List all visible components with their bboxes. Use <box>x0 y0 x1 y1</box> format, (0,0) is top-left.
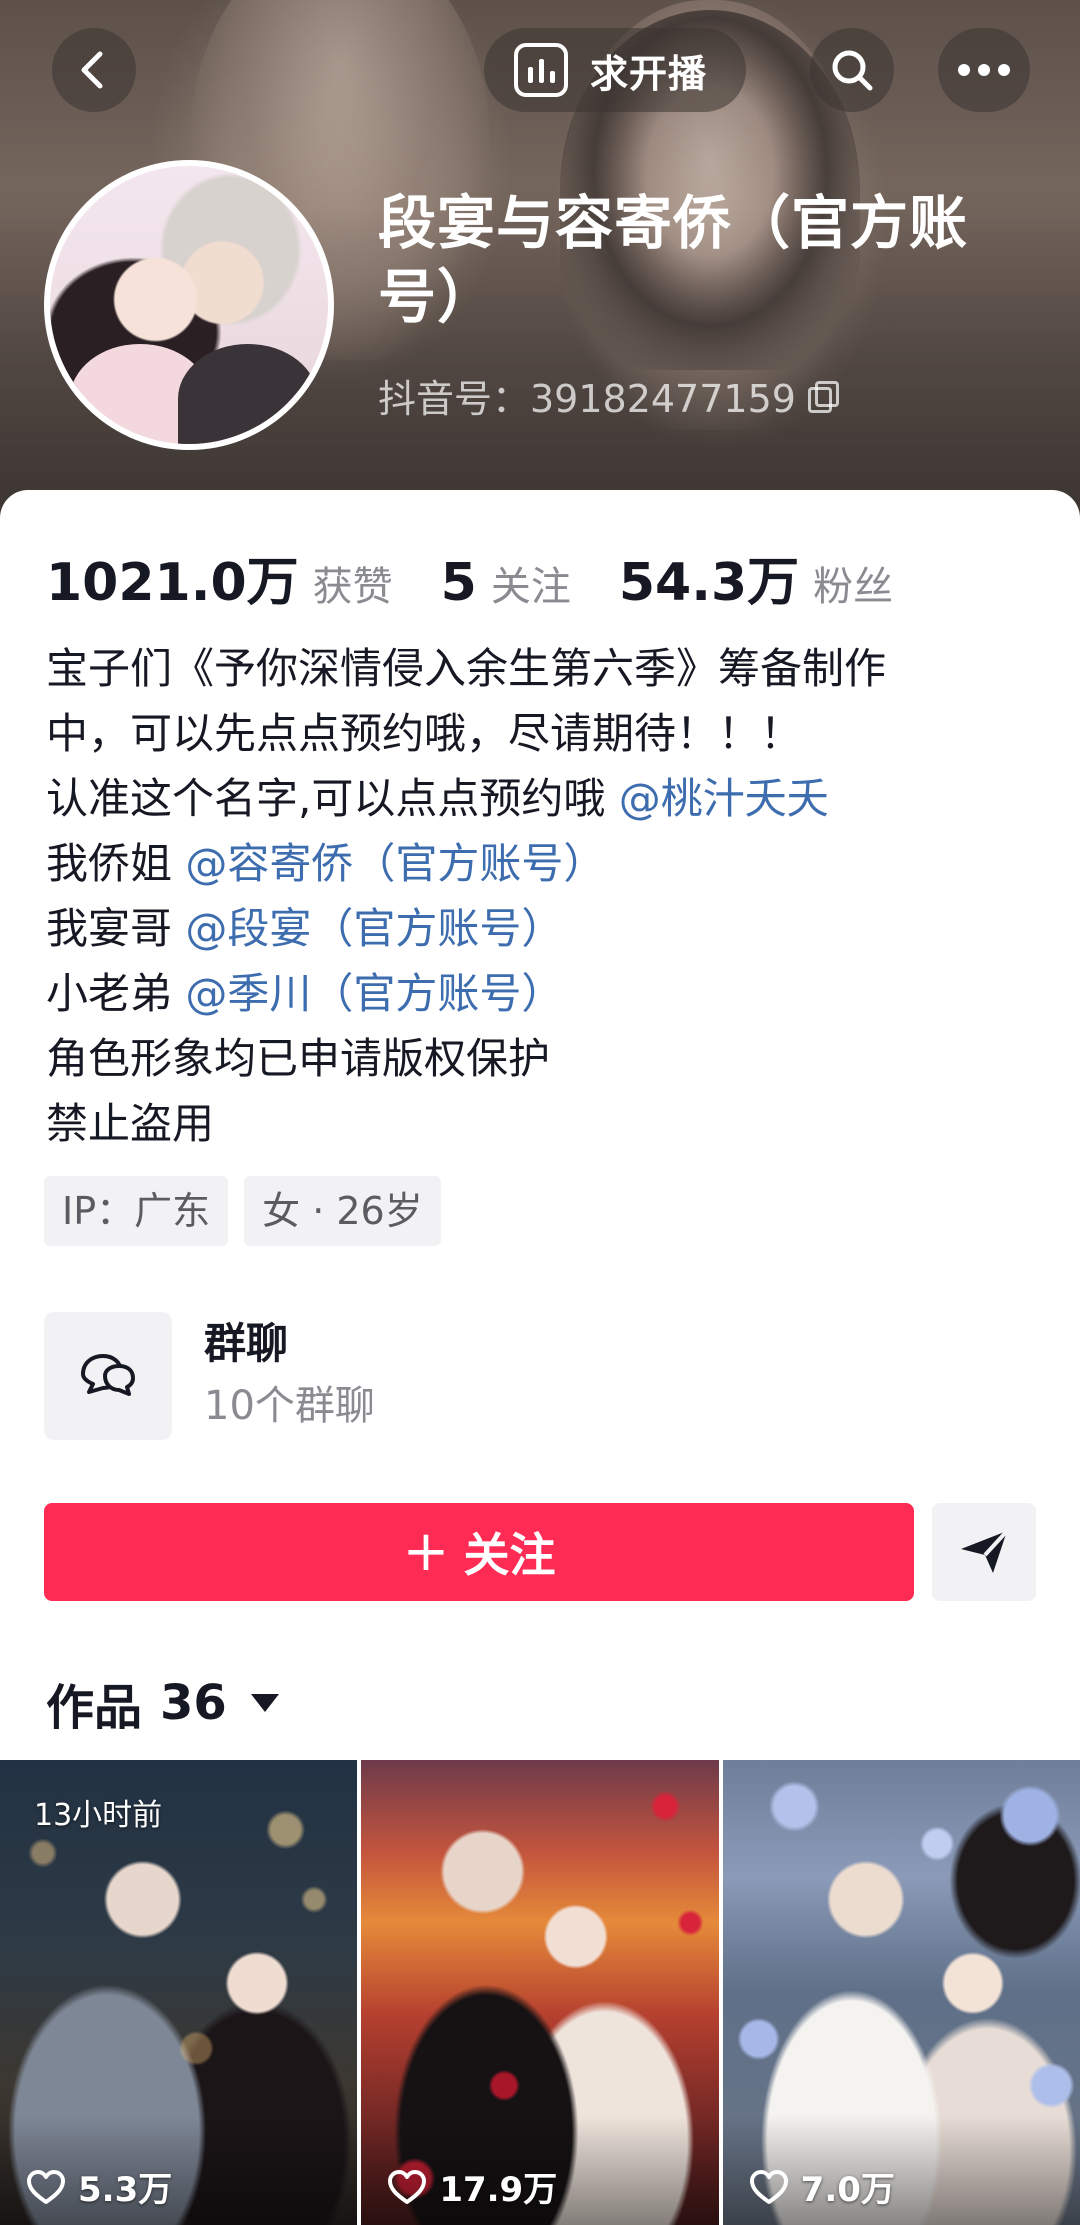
profile-name: 段宴与容寄侨（官方账号） <box>378 189 969 331</box>
bio-line: 小老弟 @季川（官方账号） <box>46 961 1046 1026</box>
bio-line: 角色形象均已申请版权保护 <box>46 1034 551 1083</box>
mention-link[interactable]: @段宴（官方账号） <box>185 904 563 953</box>
group-chat-entry[interactable]: 群聊 10个群聊 <box>44 1312 375 1440</box>
video-likes-count: 7.0万 <box>800 2170 895 2210</box>
bio-line: 我宴哥 @段宴（官方账号） <box>46 896 1046 961</box>
follow-button[interactable]: + 关注 <box>44 1503 914 1601</box>
back-button[interactable] <box>52 28 136 112</box>
likes-count[interactable]: 1021.0万 <box>46 540 299 615</box>
bio-line: 中，可以先点点预约哦，尽请期待！！！ <box>46 709 803 758</box>
following-count[interactable]: 5 <box>441 553 477 613</box>
more-dots-icon <box>958 64 1010 76</box>
request-live-button[interactable]: 求开播 <box>484 28 746 112</box>
followers-count[interactable]: 54.3万 <box>619 540 799 615</box>
bio-text: 我侨姐 <box>46 839 186 888</box>
live-stats-icon <box>514 43 568 97</box>
search-button[interactable] <box>810 28 894 112</box>
ip-location-tag: IP：广东 <box>44 1176 229 1246</box>
bio-text: 小老弟 <box>46 969 186 1018</box>
video-thumbnail[interactable]: 17.9万 <box>361 1760 719 2225</box>
back-chevron-icon <box>81 51 103 89</box>
likes-label[interactable]: 获赞 <box>313 554 393 612</box>
works-count: 36 <box>160 1675 227 1731</box>
following-label[interactable]: 关注 <box>491 554 571 612</box>
copy-icon[interactable] <box>806 380 839 413</box>
group-chat-icon-box <box>44 1312 172 1440</box>
video-likes-count: 17.9万 <box>439 2170 558 2210</box>
share-button[interactable] <box>932 1503 1036 1601</box>
group-chat-title: 群聊 <box>204 1319 289 1368</box>
stats-row: 1021.0万 获赞 5 关注 54.3万 粉丝 <box>46 540 941 613</box>
heart-icon <box>27 2169 65 2204</box>
mention-link[interactable]: @桃汁夭夭 <box>619 774 829 823</box>
video-likes: 7.0万 <box>749 2162 895 2211</box>
video-likes: 5.3万 <box>26 2162 172 2211</box>
bio-line: 宝子们《予你深情侵入余生第六季》筹备制作 <box>46 644 887 693</box>
bio: 宝子们《予你深情侵入余生第六季》筹备制作 中，可以先点点预约哦，尽请期待！！！ … <box>46 636 1046 1156</box>
works-tab[interactable]: 作品 36 <box>46 1668 279 1738</box>
video-grid: 13小时前 5.3万 17.9万 7.0万 <box>0 1760 1080 2225</box>
avatar[interactable] <box>44 160 334 450</box>
chat-bubbles-icon <box>81 1354 135 1396</box>
bio-line: 我侨姐 @容寄侨（官方账号） <box>46 831 1046 896</box>
gender-age-tag: 女 · 26岁 <box>244 1176 441 1246</box>
douyin-id[interactable]: 抖音号：39182477159 <box>378 368 839 423</box>
mention-link[interactable]: @容寄侨（官方账号） <box>185 839 605 888</box>
plus-icon: + <box>402 1519 450 1584</box>
works-label: 作品 <box>46 1680 143 1736</box>
follow-label: 关注 <box>463 1528 556 1582</box>
search-icon <box>832 50 873 91</box>
bio-text: 认准这个名字,可以点点预约哦 <box>46 774 619 823</box>
bio-line: 认准这个名字,可以点点预约哦 @桃汁夭夭 <box>46 766 1046 831</box>
video-likes: 17.9万 <box>387 2162 557 2211</box>
followers-label[interactable]: 粉丝 <box>813 554 893 612</box>
send-arrow-icon <box>961 1529 1009 1573</box>
video-likes-count: 5.3万 <box>78 2170 173 2210</box>
more-button[interactable] <box>938 28 1030 112</box>
bio-text: 我宴哥 <box>46 904 186 953</box>
video-thumbnail[interactable]: 13小时前 5.3万 <box>0 1760 358 2225</box>
video-thumbnail[interactable]: 7.0万 <box>722 1760 1080 2225</box>
request-live-label: 求开播 <box>590 51 708 96</box>
caret-down-icon <box>250 1694 279 1712</box>
douyin-id-text: 抖音号：39182477159 <box>378 377 796 421</box>
bio-line: 禁止盗用 <box>46 1099 215 1148</box>
profile-tags: IP：广东 女 · 26岁 <box>44 1176 441 1246</box>
mention-link[interactable]: @季川（官方账号） <box>185 969 563 1018</box>
video-time: 13小时前 <box>34 1798 163 1833</box>
heart-icon <box>388 2169 427 2204</box>
group-chat-subtitle: 10个群聊 <box>204 1383 375 1429</box>
heart-icon <box>749 2169 788 2204</box>
